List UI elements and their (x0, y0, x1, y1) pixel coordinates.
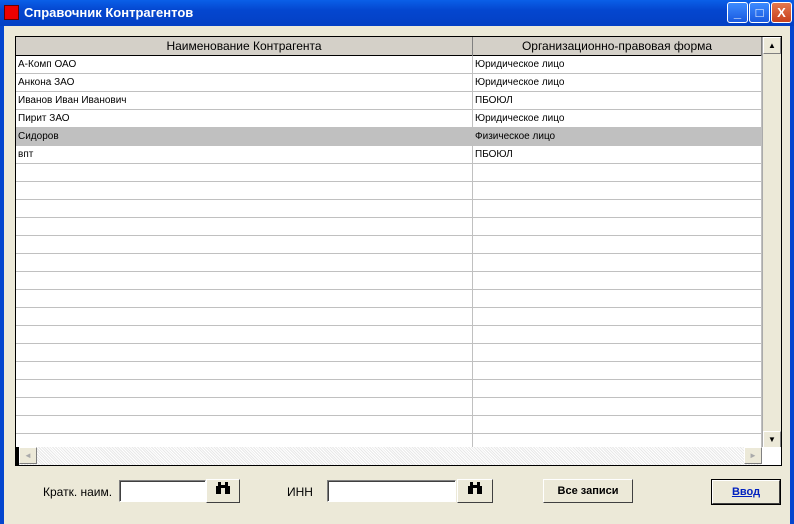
cell-legal-form[interactable]: Физическое лицо (473, 128, 762, 145)
cell-name[interactable] (16, 236, 473, 253)
cell-legal-form[interactable] (473, 182, 762, 199)
cell-legal-form[interactable] (473, 308, 762, 325)
cell-name[interactable] (16, 362, 473, 379)
cell-legal-form[interactable] (473, 218, 762, 235)
cell-legal-form[interactable]: ПБОЮЛ (473, 146, 762, 163)
maximize-button[interactable]: □ (749, 2, 770, 23)
table-row[interactable]: Пирит ЗАО Юридическое лицо (16, 110, 762, 128)
table-row[interactable]: Сидоров Физическое лицо (16, 128, 762, 146)
table-row[interactable]: впт ПБОЮЛ (16, 146, 762, 164)
cell-name[interactable] (16, 200, 473, 217)
title-bar: Справочник Контрагентов _ □ X (0, 0, 794, 26)
scroll-up-button[interactable]: ▲ (763, 37, 781, 54)
contractors-grid[interactable]: Наименование Контрагента Организационно-… (15, 36, 782, 466)
cell-legal-form[interactable] (473, 272, 762, 289)
cell-name[interactable] (16, 254, 473, 271)
close-button[interactable]: X (771, 2, 792, 23)
inn-label: ИНН (287, 485, 313, 499)
grid-header: Наименование Контрагента Организационно-… (16, 37, 762, 56)
horizontal-scrollbar[interactable]: ◄ ► (16, 447, 762, 465)
table-row[interactable] (16, 398, 762, 416)
cell-name[interactable] (16, 344, 473, 361)
table-row[interactable] (16, 182, 762, 200)
search-short-name-button[interactable] (206, 479, 240, 503)
cell-legal-form[interactable] (473, 326, 762, 343)
cell-legal-form[interactable]: Юридическое лицо (473, 56, 762, 73)
cell-name[interactable] (16, 326, 473, 343)
cell-legal-form[interactable] (473, 164, 762, 181)
cell-legal-form[interactable] (473, 200, 762, 217)
search-inn-button[interactable] (457, 479, 493, 503)
window-border (0, 26, 4, 524)
vertical-scrollbar[interactable]: ▲ ▼ (762, 37, 781, 448)
cell-name[interactable] (16, 218, 473, 235)
inn-input[interactable] (327, 480, 456, 502)
cell-name[interactable] (16, 416, 473, 433)
cell-name[interactable]: Иванов Иван Иванович (16, 92, 473, 109)
cell-name[interactable] (16, 164, 473, 181)
cell-name[interactable]: впт (16, 146, 473, 163)
table-row[interactable] (16, 362, 762, 380)
cell-name[interactable] (16, 290, 473, 307)
binoculars-icon (467, 482, 483, 498)
table-row[interactable] (16, 326, 762, 344)
cell-name[interactable] (16, 434, 473, 448)
cell-legal-form[interactable]: Юридическое лицо (473, 74, 762, 91)
column-header-name[interactable]: Наименование Контрагента (16, 37, 473, 56)
table-row[interactable] (16, 218, 762, 236)
cell-legal-form[interactable] (473, 254, 762, 271)
table-row[interactable] (16, 380, 762, 398)
table-row[interactable] (16, 272, 762, 290)
binoculars-icon (215, 482, 231, 498)
cell-legal-form[interactable]: ПБОЮЛ (473, 92, 762, 109)
grid-rows: А-Комп ОАО Юридическое лицо Анкона ЗАО Юрид… (16, 56, 762, 448)
cell-name[interactable]: Пирит ЗАО (16, 110, 473, 127)
cell-legal-form[interactable] (473, 380, 762, 397)
cell-name[interactable] (16, 398, 473, 415)
cell-name[interactable]: Сидоров (16, 128, 473, 145)
table-row[interactable] (16, 254, 762, 272)
scroll-right-button[interactable]: ► (744, 447, 762, 464)
cell-legal-form[interactable] (473, 398, 762, 415)
table-row[interactable]: Иванов Иван Иванович ПБОЮЛ (16, 92, 762, 110)
table-row[interactable] (16, 290, 762, 308)
window-title: Справочник Контрагентов (24, 5, 194, 20)
cell-name[interactable] (16, 272, 473, 289)
window-border (790, 26, 794, 524)
table-row[interactable] (16, 416, 762, 434)
table-row[interactable]: Анкона ЗАО Юридическое лицо (16, 74, 762, 92)
table-row[interactable] (16, 308, 762, 326)
cell-legal-form[interactable] (473, 236, 762, 253)
table-row[interactable] (16, 164, 762, 182)
table-row[interactable]: А-Комп ОАО Юридическое лицо (16, 56, 762, 74)
table-row[interactable] (16, 200, 762, 218)
cell-legal-form[interactable]: Юридическое лицо (473, 110, 762, 127)
cell-name[interactable]: А-Комп ОАО (16, 56, 473, 73)
table-row[interactable] (16, 344, 762, 362)
minimize-button[interactable]: _ (727, 2, 748, 23)
app-icon (4, 5, 19, 20)
scroll-corner (762, 447, 781, 465)
cell-legal-form[interactable] (473, 434, 762, 448)
enter-button[interactable]: Ввод (711, 479, 781, 505)
cell-legal-form[interactable] (473, 344, 762, 361)
short-name-input[interactable] (119, 480, 206, 502)
cell-legal-form[interactable] (473, 290, 762, 307)
cell-name[interactable] (16, 182, 473, 199)
column-header-legal-form[interactable]: Организационно-правовая форма (473, 37, 762, 56)
table-row[interactable] (16, 434, 762, 448)
scroll-left-button[interactable]: ◄ (19, 447, 37, 464)
cell-name[interactable]: Анкона ЗАО (16, 74, 473, 91)
short-name-label: Кратк. наим. (43, 485, 113, 499)
cell-name[interactable] (16, 380, 473, 397)
cell-legal-form[interactable] (473, 416, 762, 433)
cell-legal-form[interactable] (473, 362, 762, 379)
cell-name[interactable] (16, 308, 473, 325)
all-records-button[interactable]: Все записи (543, 479, 633, 503)
table-row[interactable] (16, 236, 762, 254)
scroll-down-button[interactable]: ▼ (763, 431, 781, 448)
